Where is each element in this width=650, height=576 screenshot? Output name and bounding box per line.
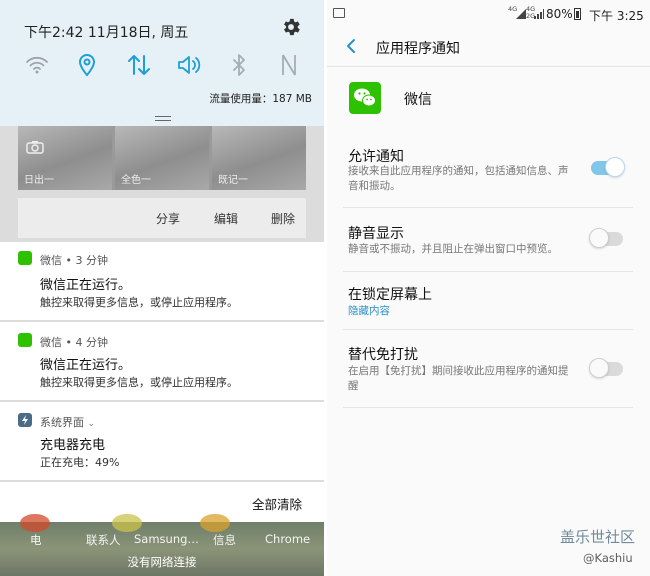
no-network-text: 没有网络连接 [127, 555, 197, 569]
notification-body: 正在充电：49% [40, 456, 120, 469]
share-button[interactable]: 分享 [156, 210, 180, 227]
dock-app-label[interactable]: Chrome [265, 532, 310, 546]
dock-app-label[interactable]: 联系人 [86, 532, 121, 548]
back-arrow-icon[interactable] [343, 37, 361, 55]
notification-app: 微信 • 3 分钟 [40, 254, 108, 267]
data-sync-icon[interactable] [126, 52, 152, 78]
app-bar: 应用程序通知 [327, 28, 650, 66]
clear-all-button[interactable]: 全部清除 [252, 494, 302, 513]
signal-icon [516, 9, 526, 19]
setting-allow-notifications[interactable]: 允许通知 接收来自此应用程序的通知，包括通知信息、声音和振动。 [327, 132, 650, 207]
chevron-down-icon[interactable]: ⌄ [88, 419, 96, 429]
notification-body: 触控来取得更多信息，或停止应用程序。 [40, 296, 238, 309]
notification-app: 微信 • 4 分钟 [40, 336, 108, 349]
divider [327, 66, 650, 67]
image-notification-icon [333, 8, 345, 18]
screenshot-thumb[interactable]: 日出一 [18, 126, 112, 190]
setting-title: 替代免打扰 [348, 347, 418, 363]
status-bar: 4G 4G 2G 80% 下午 3:25 [327, 0, 650, 28]
home-dock: 电 联系人 Samsung… 信息 Chrome 没有网络连接 [0, 514, 324, 576]
toggle-knob [589, 228, 609, 248]
bluetooth-icon[interactable] [226, 52, 252, 78]
notification-app: 系统界面 ⌄ [40, 416, 96, 429]
nfc-icon[interactable] [276, 52, 302, 78]
toggle-knob [589, 358, 609, 378]
notification-body: 触控来取得更多信息，或停止应用程序。 [40, 376, 238, 389]
override-dnd-toggle[interactable] [589, 358, 623, 378]
silent-display-toggle[interactable] [589, 228, 623, 248]
setting-value: 隐藏内容 [348, 305, 390, 317]
dock-app-label[interactable]: 信息 [213, 532, 236, 548]
delete-button[interactable]: 删除 [271, 210, 295, 227]
notification-card[interactable]: 微信 • 3 分钟 微信正在运行。 触控来取得更多信息，或停止应用程序。 [0, 242, 324, 320]
setting-title: 在锁定屏幕上 [348, 287, 432, 303]
wechat-icon [18, 333, 32, 347]
setting-subtitle: 静音或不振动，并且阻止在弹出窗口中预览。 [348, 243, 558, 255]
drag-handle-icon[interactable] [155, 116, 171, 121]
screenshot-actions: 分享 编辑 删除 [18, 198, 306, 238]
system-ui-icon [18, 413, 32, 427]
app-icon-shape [20, 514, 50, 532]
dock-app-label[interactable]: Samsung… [134, 532, 199, 546]
setting-title: 允许通知 [348, 149, 404, 165]
allow-notifications-toggle[interactable] [591, 157, 625, 177]
app-name: 微信 [404, 92, 432, 108]
watermark-user: @Kashiu [583, 551, 633, 565]
setting-subtitle: 在启用【免打扰】期间接收此应用程序的通知提醒 [348, 365, 569, 392]
setting-silent-display[interactable]: 静音显示 静音或不振动，并且阻止在弹出窗口中预览。 [327, 208, 650, 271]
screenshot-preview[interactable]: 日出一 全色一 既记一 [18, 126, 306, 190]
date-time: 下午2:42 11月18日, 周五 [24, 25, 189, 41]
battery-icon [574, 8, 581, 20]
wechat-icon [18, 251, 32, 265]
divider [343, 407, 633, 408]
location-icon[interactable] [74, 52, 100, 78]
dock-app-label[interactable]: 电 [30, 532, 42, 548]
signal-icon [534, 9, 544, 19]
sound-icon[interactable] [176, 52, 202, 78]
app-icon-shape [200, 514, 230, 532]
quick-panel: 下午2:42 11月18日, 周五 流量使用量：187 MB [0, 0, 324, 126]
notification-title: 充电器充电 [40, 438, 106, 453]
thumb-label: 日出一 [24, 175, 54, 186]
camera-icon [26, 141, 44, 154]
notification-title: 微信正在运行。 [40, 278, 132, 293]
status-time: 下午 3:25 [589, 9, 644, 23]
screenshot-thumb[interactable]: 全色一 [115, 126, 209, 190]
edit-button[interactable]: 编辑 [214, 210, 238, 227]
thumb-label: 全色一 [121, 175, 151, 186]
screenshot-thumb[interactable]: 既记一 [212, 126, 306, 190]
wechat-app-icon [349, 82, 381, 114]
notification-title: 微信正在运行。 [40, 358, 132, 373]
notification-card[interactable]: 微信 • 4 分钟 微信正在运行。 触控来取得更多信息，或停止应用程序。 [0, 322, 324, 400]
notification-card[interactable]: 系统界面 ⌄ 充电器充电 正在充电：49% [0, 402, 324, 480]
thumb-label: 既记一 [218, 175, 248, 186]
setting-override-dnd[interactable]: 替代免打扰 在启用【免打扰】期间接收此应用程序的通知提醒 [327, 330, 650, 407]
page-title: 应用程序通知 [376, 41, 460, 57]
notification-shade: 下午2:42 11月18日, 周五 流量使用量：187 MB 日出一 全色一 既… [0, 0, 324, 576]
setting-subtitle: 接收来自此应用程序的通知，包括通知信息、声音和振动。 [348, 165, 569, 192]
clear-all-row: 全部清除 [0, 482, 324, 522]
app-notification-settings: 4G 4G 2G 80% 下午 3:25 应用程序通知 微信 允许通知 接收来自此… [327, 0, 650, 576]
setting-lock-screen[interactable]: 在锁定屏幕上 隐藏内容 [327, 272, 650, 329]
settings-gear-icon[interactable] [280, 16, 302, 38]
watermark: 盖乐世社区 [560, 528, 636, 546]
toggle-knob [605, 157, 625, 177]
wifi-icon[interactable] [24, 52, 50, 78]
setting-title: 静音显示 [348, 226, 404, 242]
app-icon-shape [112, 514, 142, 532]
battery-percent: 80% [546, 7, 573, 21]
data-usage-label: 流量使用量：187 MB [209, 93, 312, 105]
